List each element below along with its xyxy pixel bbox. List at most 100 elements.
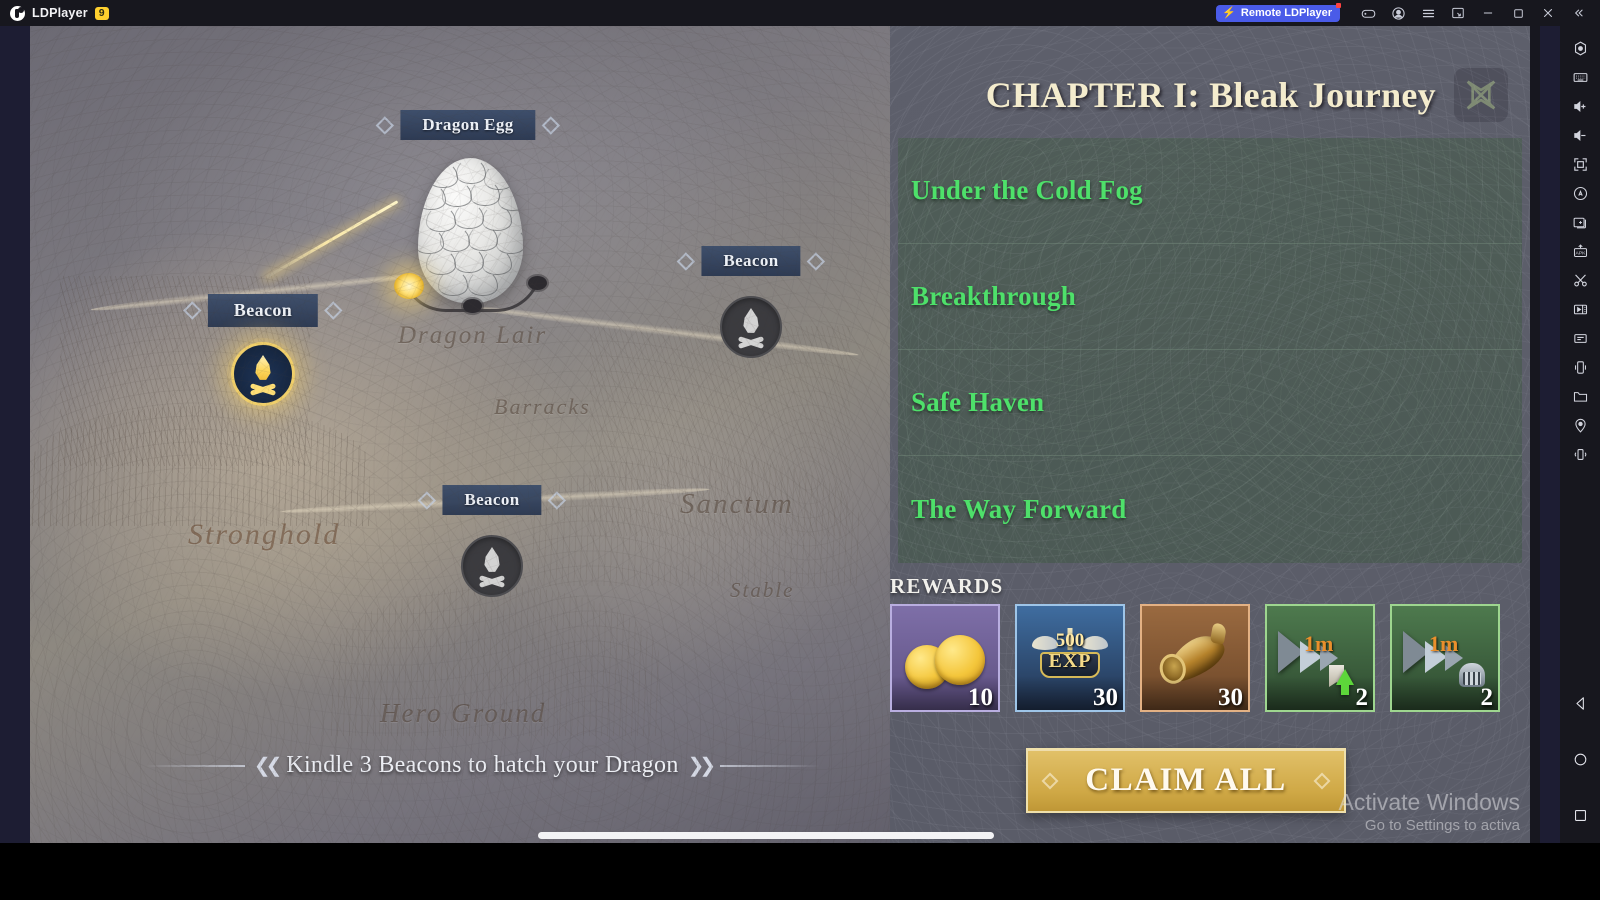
claim-all-button[interactable]: CLAIM ALL <box>1026 748 1346 813</box>
left-bezel <box>0 26 30 843</box>
operation-record-icon[interactable] <box>1565 326 1595 350</box>
egg-progress-node-3 <box>528 276 547 290</box>
map-place-sanctum: Sanctum <box>680 488 794 520</box>
diamond-ornament-right <box>547 490 567 510</box>
remote-ldplayer-button[interactable]: ⚡ Remote LDPlayer <box>1216 2 1341 22</box>
volume-up-icon[interactable] <box>1565 94 1595 118</box>
page-title: CHAPTER I: Bleak Journey <box>985 75 1436 115</box>
version-badge: 9 <box>94 6 109 20</box>
collapse-icon[interactable] <box>1564 0 1592 26</box>
android-nav-bar <box>1560 692 1600 826</box>
diamond-ornament-left <box>183 301 202 320</box>
close-icon[interactable] <box>1534 0 1562 26</box>
maximize-icon[interactable] <box>1504 0 1532 26</box>
exp-unit: EXP <box>1048 650 1092 672</box>
fullscreen-icon[interactable] <box>1565 152 1595 176</box>
quest-item-2[interactable]: Breakthrough <box>898 244 1522 350</box>
quest-item-4[interactable]: The Way Forward <box>898 456 1522 562</box>
map-place-stronghold: Stronghold <box>188 518 341 551</box>
chevron-right-icon: ❯❯ <box>687 755 716 777</box>
app-branding: LDPlayer 9 <box>0 5 109 21</box>
up-arrow-icon <box>1336 669 1354 695</box>
vibrate-icon[interactable] <box>1565 442 1595 466</box>
speedup-duration: 1m <box>1429 631 1459 656</box>
speedup-duration: 1m <box>1304 631 1334 656</box>
rewards-list: 10 500 EXP 30 30 1m 2 1m 2 <box>890 604 1500 712</box>
flame-icon <box>736 308 766 349</box>
screenshot-icon[interactable] <box>1444 0 1472 26</box>
dragon-egg-label-text: Dragon Egg <box>400 110 536 140</box>
ldplayer-window: LDPlayer 9 ⚡ Remote LDPlayer Dragon Lair… <box>0 0 1600 900</box>
scissors-icon[interactable] <box>1565 268 1595 292</box>
account-icon[interactable] <box>1384 0 1412 26</box>
reward-qty: 30 <box>1218 684 1243 711</box>
minimize-icon[interactable] <box>1474 0 1502 26</box>
claim-all-label: CLAIM ALL <box>1085 762 1287 798</box>
chevron-left-icon: ❮❮ <box>253 755 282 777</box>
back-icon[interactable] <box>1565 692 1595 714</box>
quest-name: Safe Haven <box>911 387 1045 417</box>
egg-progress-node-2 <box>463 299 482 313</box>
objective-hint-text: Kindle 3 Beacons to hatch your Dragon <box>286 752 679 778</box>
location-icon[interactable] <box>1565 413 1595 437</box>
map-place-barracks: Barracks <box>494 394 591 419</box>
quest-name: Under the Cold Fog <box>911 175 1143 205</box>
title-bar-controls: ⚡ Remote LDPlayer <box>1216 0 1600 26</box>
emulator-screen: Dragon Lair Barracks Stronghold Sanctum … <box>30 26 1530 843</box>
beacon-label-1: Beacon <box>183 294 343 327</box>
settings-icon[interactable] <box>1565 36 1595 60</box>
quest-item-3[interactable]: Safe Haven <box>898 350 1522 456</box>
reward-qty: 10 <box>968 684 993 711</box>
menu-icon[interactable] <box>1414 0 1442 26</box>
objective-hint: ❮❮ Kindle 3 Beacons to hatch your Dragon… <box>30 752 935 779</box>
diamond-ornament-right <box>1313 772 1331 789</box>
video-record-icon[interactable] <box>1565 297 1595 321</box>
reward-qty: 2 <box>1355 684 1369 711</box>
flame-icon <box>248 355 278 396</box>
beacon-flame-button-3[interactable] <box>461 535 523 597</box>
reward-item-speedup-research[interactable]: 1m 2 <box>1390 604 1500 712</box>
dragon-egg-label: Dragon Egg <box>375 110 561 140</box>
celtic-knot-close-icon[interactable] <box>1454 68 1508 122</box>
beacon-label-3: Beacon <box>417 485 567 515</box>
quest-item-1[interactable]: Under the Cold Fog <box>898 138 1522 244</box>
auto-rotate-icon[interactable] <box>1565 181 1595 205</box>
reward-item-speedup-troop[interactable]: 1m 2 <box>1265 604 1375 712</box>
apk-install-icon[interactable]: APK <box>1565 239 1595 263</box>
flame-icon <box>477 547 507 588</box>
chapter-panel: CHAPTER I: Bleak Journey Under the Cold … <box>890 26 1530 843</box>
home-icon[interactable] <box>1565 748 1595 770</box>
dragon-egg[interactable] <box>394 158 547 313</box>
world-map[interactable]: Dragon Lair Barracks Stronghold Sanctum … <box>30 26 935 843</box>
reward-item-exp[interactable]: 500 EXP 30 <box>1015 604 1125 712</box>
bottom-bezel <box>0 843 1600 900</box>
right-bezel <box>1540 26 1560 843</box>
home-indicator[interactable] <box>538 832 994 839</box>
recents-icon[interactable] <box>1565 804 1595 826</box>
shake-icon[interactable] <box>1565 355 1595 379</box>
beacon-label-text-2: Beacon <box>701 246 801 276</box>
diamond-ornament-right <box>541 115 561 135</box>
gamepad-icon[interactable] <box>1354 0 1382 26</box>
volume-down-icon[interactable] <box>1565 123 1595 147</box>
folder-icon[interactable] <box>1565 384 1595 408</box>
notification-dot <box>1336 2 1341 8</box>
lightning-icon: ⚡ <box>1222 6 1236 19</box>
beacon-label-text-3: Beacon <box>442 485 542 515</box>
quest-name: The Way Forward <box>911 493 1127 524</box>
reward-item-war-horn[interactable]: 30 <box>1140 604 1250 712</box>
reward-item-gold-coins[interactable]: 10 <box>890 604 1000 712</box>
map-place-stable: Stable <box>730 578 795 602</box>
multi-instance-icon[interactable] <box>1565 210 1595 234</box>
title-bar: LDPlayer 9 ⚡ Remote LDPlayer <box>0 0 1600 26</box>
diamond-ornament-left <box>417 490 437 510</box>
exp-amount: 500 <box>1055 630 1085 651</box>
remote-ldplayer-label: Remote LDPlayer <box>1240 7 1332 19</box>
quest-name: Breakthrough <box>911 281 1076 311</box>
diamond-ornament-right <box>324 301 343 320</box>
app-name: LDPlayer <box>32 6 88 20</box>
keyboard-icon[interactable] <box>1565 65 1595 89</box>
beacon-flame-button-2[interactable] <box>720 296 782 358</box>
beacon-flame-button-1[interactable] <box>231 342 295 406</box>
map-place-hero-ground: Hero Ground <box>380 698 547 728</box>
